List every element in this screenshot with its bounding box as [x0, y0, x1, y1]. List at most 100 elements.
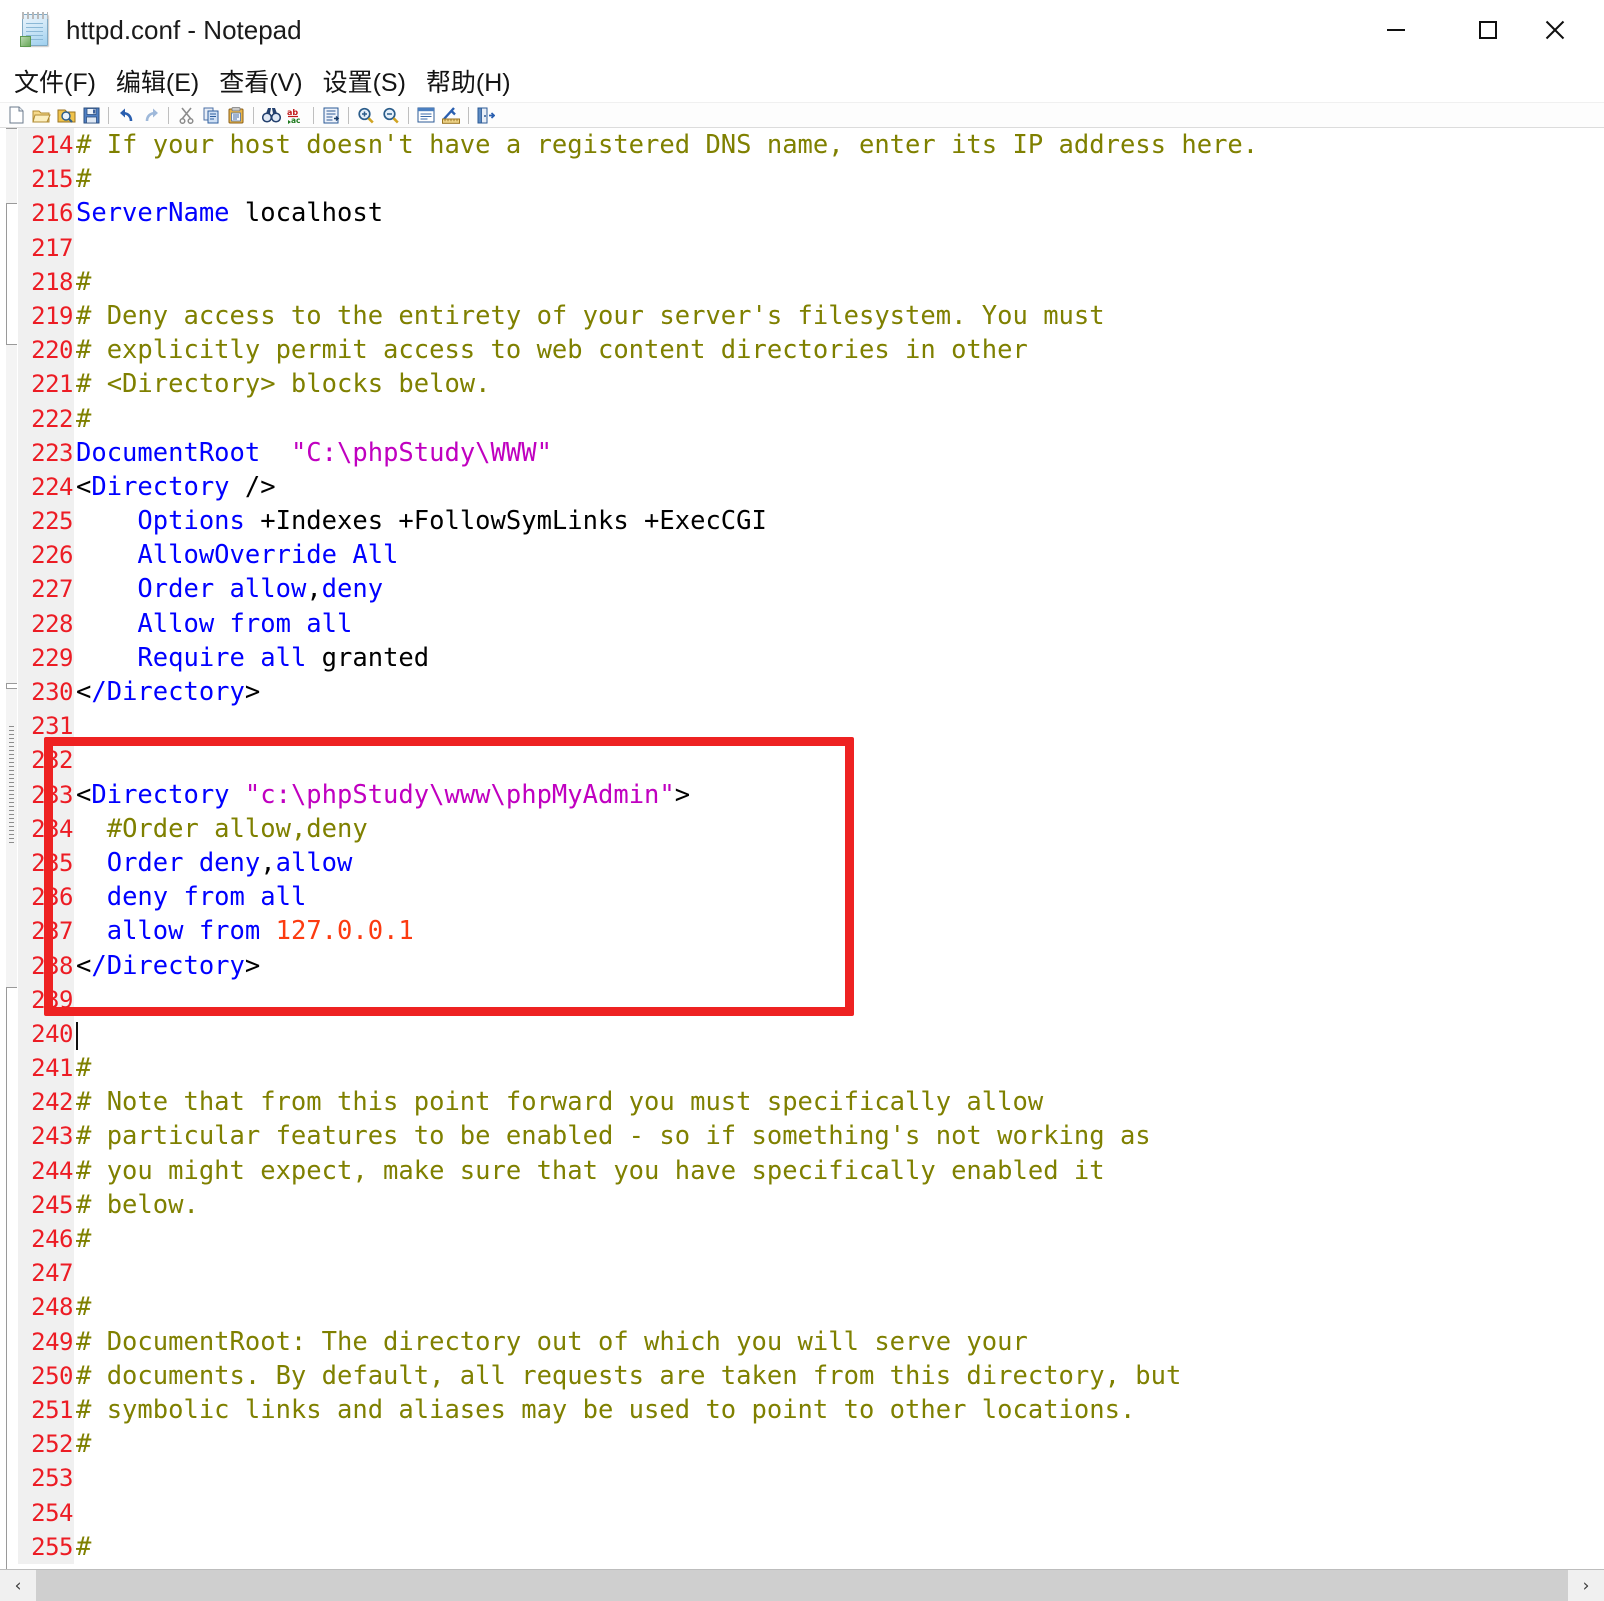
code-line-text[interactable]: #: [74, 402, 1604, 436]
code-line-text[interactable]: AllowOverride All: [74, 538, 1604, 572]
code-line[interactable]: 242 # Note that from this point forward y…: [18, 1085, 1604, 1120]
save-floppy-icon[interactable]: [79, 104, 103, 126]
code-line-text[interactable]: #: [74, 1051, 1604, 1085]
code-line[interactable]: 246 #: [18, 1222, 1604, 1257]
code-line-text[interactable]: # Deny access to the entirety of your se…: [74, 299, 1604, 333]
replace-abc-icon[interactable]: ab ac: [284, 104, 308, 126]
code-line-text[interactable]: Order allow,deny: [74, 572, 1604, 606]
code-line-text[interactable]: #Order allow,deny: [74, 812, 1604, 846]
code-line[interactable]: 253: [18, 1461, 1604, 1496]
text-editor-canvas[interactable]: 214 # If your host doesn't have a registe…: [18, 128, 1604, 1569]
code-lines[interactable]: 214 # If your host doesn't have a registe…: [18, 128, 1604, 1564]
print-preview-icon[interactable]: [54, 104, 78, 126]
horizontal-scrollbar[interactable]: ‹ ›: [0, 1569, 1604, 1601]
code-line-text[interactable]: <Directory />: [74, 470, 1604, 504]
code-line[interactable]: 217: [18, 230, 1604, 265]
code-line[interactable]: 243 # particular features to be enabled -…: [18, 1119, 1604, 1154]
code-line[interactable]: 215 #: [18, 162, 1604, 197]
code-line-text[interactable]: Options +Indexes +FollowSymLinks +ExecCG…: [74, 504, 1604, 538]
code-line[interactable]: 255 #: [18, 1529, 1604, 1564]
open-folder-icon[interactable]: [29, 104, 53, 126]
code-line-text[interactable]: # symbolic links and aliases may be used…: [74, 1393, 1604, 1427]
edit-ruler-icon[interactable]: [439, 104, 463, 126]
code-line[interactable]: 244 # you might expect, make sure that yo…: [18, 1153, 1604, 1188]
code-line[interactable]: 223 DocumentRoot "C:\phpStudy\WWW": [18, 435, 1604, 470]
maximize-button[interactable]: [1442, 0, 1534, 60]
code-line-text[interactable]: #: [74, 1222, 1604, 1256]
code-line[interactable]: 236 deny from all: [18, 880, 1604, 915]
menu-view[interactable]: 查看(V): [211, 61, 310, 101]
menu-settings[interactable]: 设置(S): [315, 61, 414, 101]
code-line-text[interactable]: deny from all: [74, 880, 1604, 914]
code-line[interactable]: 231: [18, 709, 1604, 744]
code-line[interactable]: 225 Options +Indexes +FollowSymLinks +Ex…: [18, 504, 1604, 539]
scroll-left-arrow-icon[interactable]: ‹: [0, 1570, 36, 1601]
code-line-text[interactable]: </Directory>: [74, 675, 1604, 709]
code-line-text[interactable]: #: [74, 1530, 1604, 1564]
vertical-scrollbar[interactable]: [0, 128, 18, 1569]
find-binoculars-icon[interactable]: [259, 104, 283, 126]
code-line[interactable]: 233 <Directory "c:\phpStudy\www\phpMyAdmi…: [18, 777, 1604, 812]
code-line-text[interactable]: # explicitly permit access to web conten…: [74, 333, 1604, 367]
code-line-text[interactable]: # you might expect, make sure that you h…: [74, 1154, 1604, 1188]
code-line[interactable]: 237 allow from 127.0.0.1: [18, 914, 1604, 949]
code-line[interactable]: 250 # documents. By default, all requests…: [18, 1358, 1604, 1393]
code-line-text[interactable]: [74, 1017, 1604, 1051]
code-line[interactable]: 251 # symbolic links and aliases may be u…: [18, 1392, 1604, 1428]
redo-arrow-icon[interactable]: [139, 104, 163, 126]
code-line[interactable]: 234 #Order allow,deny: [18, 811, 1604, 846]
copy-icon[interactable]: [199, 104, 223, 126]
horizontal-scrollbar-track[interactable]: [36, 1570, 1568, 1601]
code-line-text[interactable]: DocumentRoot "C:\phpStudy\WWW": [74, 436, 1604, 470]
code-line-text[interactable]: Require all granted: [74, 641, 1604, 675]
vertical-scrollbar-thumb[interactable]: [6, 344, 17, 684]
code-line[interactable]: 227 Order allow,deny: [18, 572, 1604, 607]
code-line[interactable]: 241 #: [18, 1051, 1604, 1086]
code-line[interactable]: 235 Order deny,allow: [18, 845, 1604, 881]
code-line[interactable]: 240: [18, 1016, 1604, 1052]
code-line-text[interactable]: </Directory>: [74, 949, 1604, 983]
paste-clipboard-icon[interactable]: [224, 104, 248, 126]
code-line[interactable]: 219 # Deny access to the entirety of your…: [18, 298, 1604, 334]
undo-arrow-icon[interactable]: [114, 104, 138, 126]
code-line[interactable]: 214 # If your host doesn't have a registe…: [18, 128, 1604, 163]
code-line-text[interactable]: allow from 127.0.0.1: [74, 914, 1604, 948]
code-line[interactable]: 230 </Directory>: [18, 675, 1604, 710]
code-line[interactable]: 216 ServerName localhost: [18, 196, 1604, 231]
horizontal-scrollbar-thumb[interactable]: [36, 1570, 1176, 1601]
menu-edit[interactable]: 编辑(E): [108, 61, 207, 101]
code-line[interactable]: 221 # <Directory> blocks below.: [18, 367, 1604, 402]
code-line[interactable]: 248 #: [18, 1290, 1604, 1325]
code-line-text[interactable]: ServerName localhost: [74, 196, 1604, 230]
new-file-icon[interactable]: [4, 104, 28, 126]
code-line[interactable]: 245 # below.: [18, 1187, 1604, 1222]
code-line-text[interactable]: #: [74, 265, 1604, 299]
code-line-text[interactable]: # below.: [74, 1188, 1604, 1222]
code-line[interactable]: 238 </Directory>: [18, 948, 1604, 983]
code-line[interactable]: 232: [18, 743, 1604, 778]
goto-line-icon[interactable]: [319, 104, 343, 126]
minimize-button[interactable]: [1350, 0, 1442, 60]
code-line-text[interactable]: # If your host doesn't have a registered…: [74, 128, 1604, 162]
code-line[interactable]: 228 Allow from all: [18, 606, 1604, 641]
code-line-text[interactable]: #: [74, 1427, 1604, 1461]
code-line-text[interactable]: # <Directory> blocks below.: [74, 367, 1604, 401]
code-line-text[interactable]: <Directory "c:\phpStudy\www\phpMyAdmin">: [74, 778, 1604, 812]
code-line[interactable]: 218 #: [18, 264, 1604, 299]
code-line[interactable]: 239: [18, 982, 1604, 1017]
code-line-text[interactable]: # Note that from this point forward you …: [74, 1085, 1604, 1119]
zoom-in-icon[interactable]: [354, 104, 378, 126]
close-button[interactable]: [1534, 0, 1604, 60]
properties-icon[interactable]: [414, 104, 438, 126]
code-line-text[interactable]: #: [74, 162, 1604, 196]
code-line-text[interactable]: # particular features to be enabled - so…: [74, 1119, 1604, 1153]
code-line[interactable]: 252 #: [18, 1427, 1604, 1462]
code-line[interactable]: 229 Require all granted: [18, 640, 1604, 675]
code-line-text[interactable]: Allow from all: [74, 607, 1604, 641]
code-line-text[interactable]: #: [74, 1290, 1604, 1324]
code-line[interactable]: 222 #: [18, 401, 1604, 436]
code-line[interactable]: 224 <Directory />: [18, 469, 1604, 505]
menu-file[interactable]: 文件(F): [6, 61, 104, 101]
code-line[interactable]: 249 # DocumentRoot: The directory out of …: [18, 1324, 1604, 1359]
code-line-text[interactable]: # DocumentRoot: The directory out of whi…: [74, 1325, 1604, 1359]
